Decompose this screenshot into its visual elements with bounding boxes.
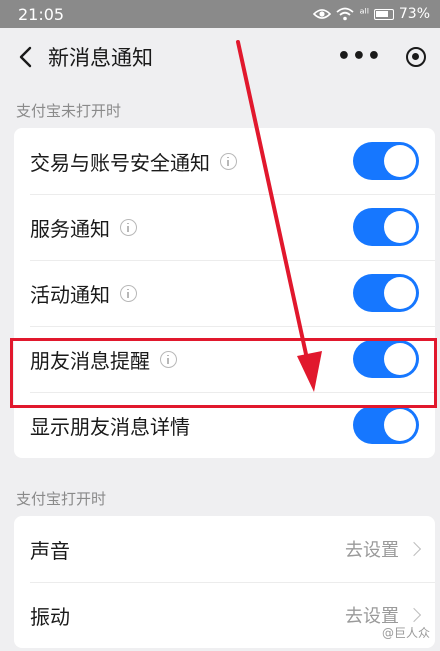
info-icon[interactable] xyxy=(220,152,237,170)
status-time: 21:05 xyxy=(18,4,65,24)
chevron-left-icon xyxy=(19,46,32,68)
toggle-transaction-security[interactable] xyxy=(353,142,419,180)
battery-icon xyxy=(373,8,394,20)
section-header-open: 支付宝打开时 xyxy=(16,490,107,508)
toggle-activity-notice[interactable] xyxy=(353,274,419,312)
info-icon[interactable] xyxy=(120,218,137,236)
chevron-right-icon xyxy=(406,541,422,557)
row-label: 交易与账号安全通知 xyxy=(30,150,210,175)
row-label: 服务通知 xyxy=(30,216,110,241)
row-value-text: 去设置 xyxy=(345,540,399,561)
close-miniapp-icon[interactable] xyxy=(406,47,426,67)
status-icons: ᵃˡˡ 73% xyxy=(313,6,430,22)
row-activity-notice[interactable]: 活动通知 xyxy=(14,260,435,326)
row-label: 活动通知 xyxy=(30,282,110,307)
nav-bar: 新消息通知 ••• xyxy=(0,28,440,86)
row-friend-message-details[interactable]: 显示朋友消息详情 xyxy=(14,392,435,458)
row-value: 去设置 xyxy=(345,536,422,562)
battery-level: 73% xyxy=(398,6,430,22)
more-icon[interactable]: ••• xyxy=(337,46,382,68)
watermark: @巨人众 xyxy=(381,626,430,640)
info-icon[interactable] xyxy=(120,284,137,302)
row-friend-message-reminder[interactable]: 朋友消息提醒 xyxy=(14,326,435,392)
eye-icon xyxy=(313,9,332,19)
row-label: 振动 xyxy=(30,604,70,629)
toggle-friend-message-details[interactable] xyxy=(353,406,419,444)
status-bar: 21:05 ᵃˡˡ 73% xyxy=(0,0,440,28)
chevron-right-icon xyxy=(406,607,422,623)
notifications-card-open: 声音 去设置 振动 去设置 xyxy=(14,516,435,648)
row-label: 显示朋友消息详情 xyxy=(30,414,190,439)
signal-icon: ᵃˡˡ xyxy=(359,6,369,22)
row-service-notice[interactable]: 服务通知 xyxy=(14,194,435,260)
toggle-friend-message-reminder[interactable] xyxy=(353,340,419,378)
notifications-card-closed: 交易与账号安全通知 服务通知 活动通知 朋友消息提醒 显示朋友消息详情 xyxy=(14,128,435,458)
back-button[interactable] xyxy=(12,37,38,77)
page-title: 新消息通知 xyxy=(48,46,153,70)
wifi-icon xyxy=(336,7,355,21)
info-icon[interactable] xyxy=(160,350,177,368)
row-vibration[interactable]: 振动 去设置 xyxy=(14,582,435,648)
row-label: 朋友消息提醒 xyxy=(30,348,150,373)
toggle-service-notice[interactable] xyxy=(353,208,419,246)
row-label: 声音 xyxy=(30,538,70,563)
nav-actions: ••• xyxy=(337,46,426,68)
row-sound[interactable]: 声音 去设置 xyxy=(14,516,435,582)
row-transaction-security[interactable]: 交易与账号安全通知 xyxy=(14,128,435,194)
section-header-closed: 支付宝未打开时 xyxy=(16,102,122,120)
